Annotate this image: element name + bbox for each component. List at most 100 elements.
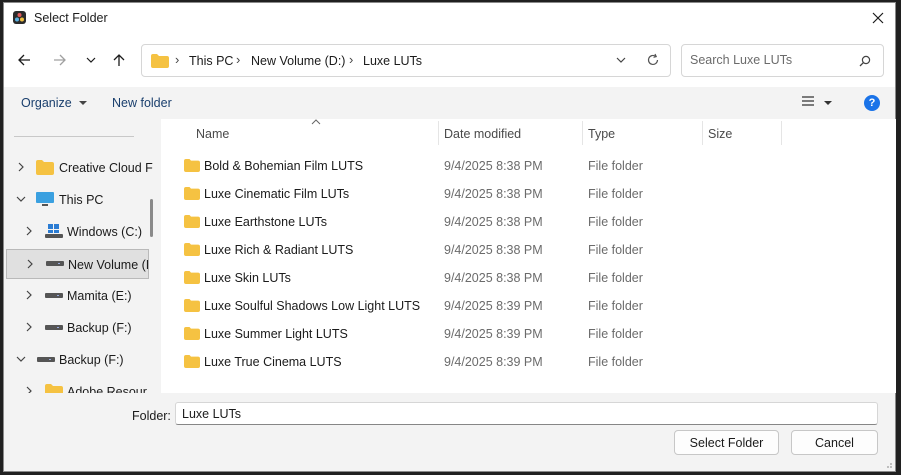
- refresh-icon[interactable]: [646, 53, 660, 67]
- chevron-down-icon[interactable]: [15, 193, 27, 205]
- caret-down-icon: [79, 101, 88, 105]
- arrow-right-icon: [54, 54, 66, 66]
- file-type: File folder: [588, 327, 643, 341]
- breadcrumb-new-volume[interactable]: New Volume (D:): [251, 54, 345, 68]
- nav-item-adobe-resources[interactable]: Adobe Resour: [4, 377, 149, 393]
- chevron-right-icon[interactable]: [23, 321, 35, 333]
- nav-item-creative-cloud[interactable]: Creative Cloud F: [4, 153, 153, 183]
- column-divider[interactable]: [781, 121, 782, 145]
- drive-icon: [45, 293, 63, 298]
- select-folder-button[interactable]: Select Folder: [674, 430, 779, 455]
- file-type: File folder: [588, 187, 643, 201]
- search-icon[interactable]: [859, 55, 871, 67]
- breadcrumb-this-pc[interactable]: This PC: [189, 54, 233, 68]
- breadcrumb-luxe-luts[interactable]: Luxe LUTs: [363, 54, 422, 68]
- nav-item-backup-f[interactable]: Backup (F:): [4, 313, 149, 343]
- file-row[interactable]: Luxe True Cinema LUTS 9/4/2025 8:39 PM Fil…: [161, 347, 781, 375]
- navigation-pane[interactable]: Creative Cloud F This PC Windows (C:) Ne…: [4, 119, 159, 393]
- file-date: 9/4/2025 8:39 PM: [444, 299, 543, 313]
- address-bar[interactable]: › This PC › New Volume (D:) › Luxe LUTs: [141, 44, 671, 77]
- new-folder-button[interactable]: New folder: [112, 96, 172, 110]
- folder-icon: [45, 384, 63, 393]
- file-row[interactable]: Luxe Cinematic Film LUTs 9/4/2025 8:38 PM…: [161, 179, 781, 207]
- nav-item-this-pc[interactable]: This PC: [4, 185, 149, 215]
- address-row: › This PC › New Volume (D:) › Luxe LUTs: [4, 33, 895, 87]
- drive-icon: [46, 261, 64, 266]
- breadcrumb-separator-icon: ›: [175, 52, 180, 67]
- file-row[interactable]: Luxe Rich & Radiant LUTS 9/4/2025 8:38 PM…: [161, 235, 781, 263]
- file-row[interactable]: Luxe Summer Light LUTS 9/4/2025 8:39 PM Fi…: [161, 319, 781, 347]
- folder-name-input[interactable]: [175, 402, 878, 425]
- folder-icon: [184, 327, 200, 343]
- search-input[interactable]: [690, 53, 850, 67]
- nav-item-backup-f-root[interactable]: Backup (F:): [4, 345, 149, 375]
- file-row[interactable]: Bold & Bohemian Film LUTS 9/4/2025 8:38 P…: [161, 151, 781, 179]
- file-row[interactable]: Luxe Skin LUTs 9/4/2025 8:38 PM File folde…: [161, 263, 781, 291]
- chevron-right-icon[interactable]: [23, 289, 35, 301]
- chevron-right-icon[interactable]: [15, 161, 27, 173]
- column-header-size[interactable]: Size: [708, 127, 732, 141]
- file-date: 9/4/2025 8:39 PM: [444, 355, 543, 369]
- file-date: 9/4/2025 8:38 PM: [444, 159, 543, 173]
- column-header-type[interactable]: Type: [588, 127, 615, 141]
- chevron-right-icon[interactable]: [23, 225, 35, 237]
- arrow-up-icon: [113, 54, 125, 66]
- folder-icon: [184, 355, 200, 371]
- file-name: Luxe Soulful Shadows Low Light LUTS: [204, 299, 421, 313]
- file-row[interactable]: Luxe Earthstone LUTs 9/4/2025 8:38 PM File…: [161, 207, 781, 235]
- drive-icon: [37, 357, 55, 362]
- file-list[interactable]: Name Date modified Type Size Bold & Bohe…: [161, 119, 896, 393]
- davinci-resolve-icon: [13, 11, 26, 24]
- file-type: File folder: [588, 243, 643, 257]
- folder-icon: [184, 159, 200, 175]
- search-box[interactable]: [681, 44, 884, 77]
- column-divider[interactable]: [582, 121, 583, 145]
- file-name: Luxe Skin LUTs: [204, 271, 291, 285]
- dialog-footer: Folder: Select Folder Cancel: [4, 393, 895, 471]
- file-date: 9/4/2025 8:39 PM: [444, 327, 543, 341]
- chevron-right-icon[interactable]: [23, 385, 35, 393]
- file-name: Luxe Cinematic Film LUTs: [204, 187, 350, 201]
- nav-label: Backup (F:): [67, 321, 132, 335]
- resize-grip-icon[interactable]: [883, 459, 893, 469]
- address-history-chevron-icon[interactable]: [615, 54, 627, 66]
- file-type: File folder: [588, 215, 643, 229]
- forward-button[interactable]: [46, 46, 74, 74]
- chevron-down-icon[interactable]: [15, 353, 27, 365]
- column-divider[interactable]: [702, 121, 703, 145]
- chevron-right-icon[interactable]: [24, 258, 36, 270]
- column-divider[interactable]: [438, 121, 439, 145]
- folder-label: Folder:: [132, 409, 171, 423]
- column-header-name[interactable]: Name: [196, 127, 229, 141]
- nav-item-mamita-e[interactable]: Mamita (E:): [4, 281, 149, 311]
- drive-icon: [45, 325, 63, 330]
- file-type: File folder: [588, 355, 643, 369]
- file-row[interactable]: Luxe Soulful Shadows Low Light LUTS 9/4/2…: [161, 291, 781, 319]
- nav-divider: [14, 136, 134, 137]
- file-name: Luxe Earthstone LUTs: [204, 215, 327, 229]
- nav-item-new-volume[interactable]: New Volume (I: [6, 249, 149, 279]
- folder-icon: [184, 299, 200, 315]
- file-date: 9/4/2025 8:38 PM: [444, 271, 543, 285]
- recent-locations-button[interactable]: [77, 46, 105, 74]
- back-button[interactable]: [10, 46, 38, 74]
- column-header-date[interactable]: Date modified: [444, 127, 521, 141]
- organize-button[interactable]: Organize: [21, 96, 88, 110]
- nav-label: Creative Cloud F: [59, 161, 153, 175]
- file-type: File folder: [588, 159, 643, 173]
- up-button[interactable]: [105, 46, 133, 74]
- title-bar: Select Folder: [4, 3, 895, 33]
- nav-label: Windows (C:): [67, 225, 143, 239]
- pc-icon: [36, 192, 54, 206]
- cancel-button[interactable]: Cancel: [791, 430, 878, 455]
- window-title: Select Folder: [34, 11, 108, 25]
- view-options-button[interactable]: [801, 95, 833, 110]
- file-date: 9/4/2025 8:38 PM: [444, 187, 543, 201]
- help-button[interactable]: ?: [864, 95, 880, 111]
- nav-label: Backup (F:): [59, 353, 124, 367]
- file-name: Luxe Rich & Radiant LUTS: [204, 243, 354, 257]
- nav-scrollbar[interactable]: [150, 199, 153, 237]
- close-button[interactable]: [861, 3, 895, 33]
- cloud-folder-icon: [36, 160, 54, 175]
- nav-item-windows-c[interactable]: Windows (C:): [4, 217, 149, 247]
